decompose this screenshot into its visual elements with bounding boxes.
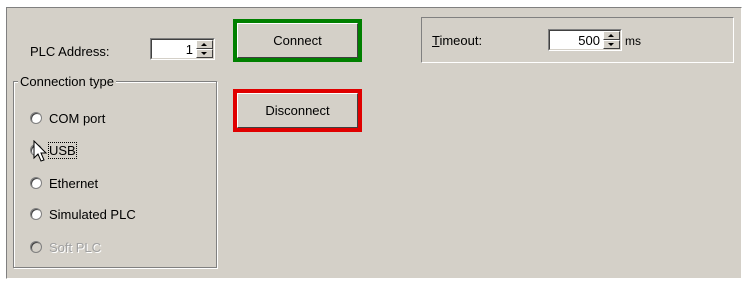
plc-address-decrement-button[interactable] (196, 49, 213, 58)
plc-address-spinner[interactable]: 1 (150, 38, 215, 60)
radio-label: Soft PLC (49, 240, 102, 255)
plc-address-value: 1 (185, 42, 193, 57)
radio-label: COM port (49, 111, 106, 126)
timeout-field[interactable]: 500 (549, 30, 621, 50)
connect-button[interactable]: Connect (237, 23, 358, 58)
connection-type-group (13, 81, 217, 268)
connection-type-title: Connection type (18, 74, 116, 89)
timeout-increment-button[interactable] (603, 31, 620, 40)
timeout-label-text: imeout: (439, 33, 483, 48)
plc-address-label: PLC Address: (30, 44, 110, 59)
radio-label: USB (48, 142, 77, 159)
plc-address-field[interactable]: 1 (151, 39, 214, 59)
timeout-value: 500 (578, 33, 600, 48)
timeout-spinner[interactable]: 500 (548, 29, 622, 51)
radio-button[interactable] (30, 177, 42, 189)
plc-address-increment-button[interactable] (196, 40, 213, 49)
radio-button[interactable] (30, 208, 42, 220)
radio-label: Simulated PLC (49, 207, 136, 222)
mouse-cursor-icon (33, 140, 48, 162)
timeout-label: Timeout: (432, 33, 482, 48)
timeout-decrement-button[interactable] (603, 40, 620, 49)
radio-label: Ethernet (49, 176, 99, 191)
arrow-down-icon (201, 52, 207, 55)
disconnect-button-highlight: Disconnect (233, 89, 362, 132)
arrow-up-icon (608, 34, 614, 37)
connect-button-highlight: Connect (233, 19, 362, 62)
arrow-up-icon (201, 43, 207, 46)
timeout-unit: ms (625, 34, 641, 48)
radio-button[interactable] (30, 112, 42, 124)
disconnect-button[interactable]: Disconnect (237, 93, 358, 128)
arrow-down-icon (608, 43, 614, 46)
radio-button (30, 241, 42, 253)
